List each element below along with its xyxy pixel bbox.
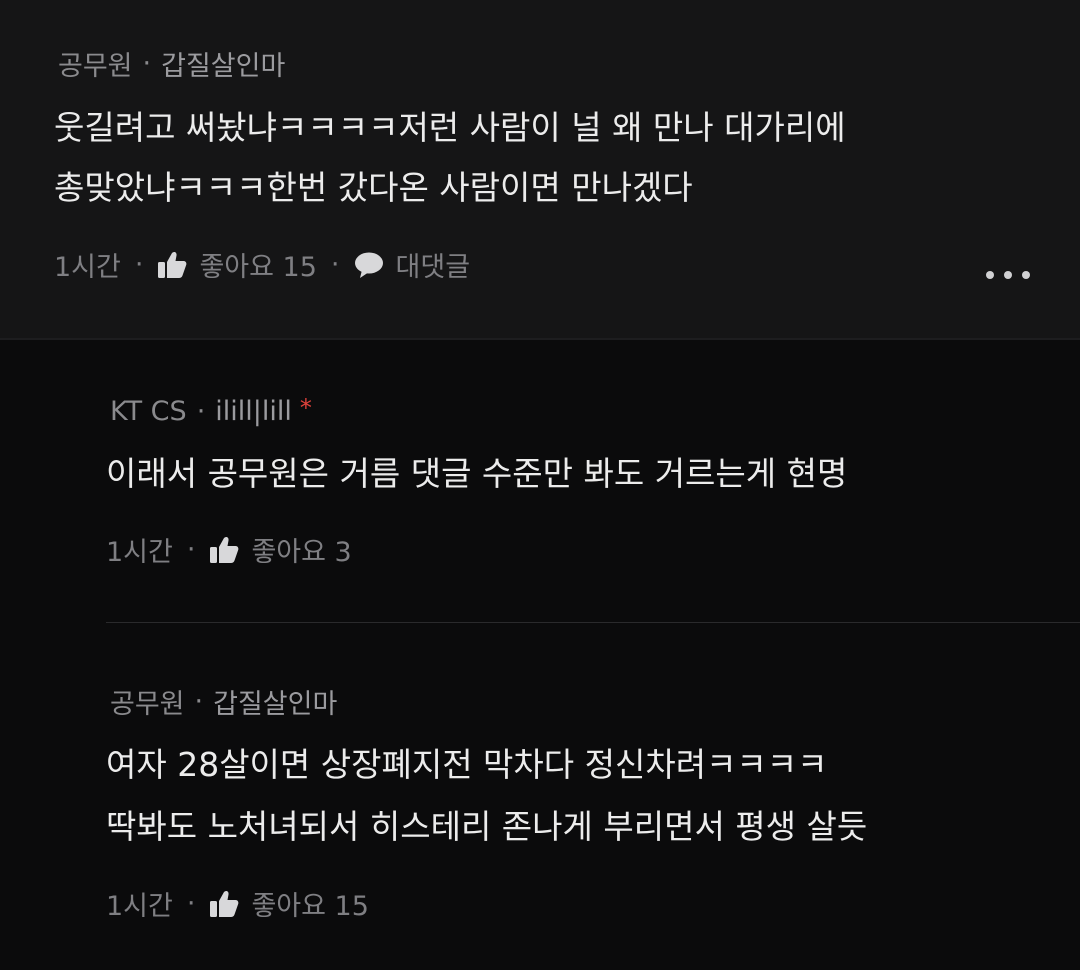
reply-meta: KT CS · ilill|lill * bbox=[110, 393, 312, 428]
like-button[interactable]: 좋아요 15 bbox=[209, 884, 369, 923]
meta-separator: · bbox=[194, 686, 204, 717]
action-separator: · bbox=[186, 534, 196, 565]
author-nickname[interactable]: 갑질살인마 bbox=[213, 682, 337, 721]
comment-actions: 1시간 · 좋아요 15 · 대댓글 bbox=[54, 245, 470, 284]
like-button[interactable]: 좋아요 15 bbox=[157, 245, 317, 284]
thumbs-up-icon bbox=[209, 536, 239, 564]
more-horizontal-icon bbox=[986, 271, 994, 279]
reply-time: 1시간 bbox=[106, 891, 173, 922]
reply-meta: 공무원 · 갑질살인마 bbox=[110, 682, 337, 721]
reply-divider bbox=[106, 622, 1080, 623]
reply-body-line-1: 여자 28살이면 상장폐지전 막차다 정신차려ㅋㅋㅋㅋ bbox=[106, 745, 828, 784]
action-separator: · bbox=[186, 888, 196, 919]
meta-separator: · bbox=[142, 48, 152, 79]
action-separator: · bbox=[134, 249, 144, 280]
author-name[interactable]: 공무원 bbox=[58, 44, 133, 83]
reply-actions: 1시간 · 좋아요 3 bbox=[106, 530, 352, 569]
reply-time: 1시간 bbox=[106, 537, 173, 568]
badge-star: * bbox=[299, 393, 312, 422]
comment-time: 1시간 bbox=[54, 252, 121, 283]
more-options-button[interactable] bbox=[986, 262, 1030, 288]
reply-list bbox=[0, 340, 1080, 970]
comment-body-line-1: 웃길려고 써놨냐ㅋㅋㅋㅋ저런 사람이 널 왜 만나 대가리에 bbox=[54, 108, 846, 147]
reply-actions: 1시간 · 좋아요 15 bbox=[106, 884, 369, 923]
like-count: 좋아요 15 bbox=[199, 252, 317, 283]
like-count: 좋아요 15 bbox=[251, 891, 369, 922]
comment-meta: 공무원 · 갑질살인마 bbox=[58, 44, 285, 83]
author-nickname[interactable]: 갑질살인마 bbox=[161, 44, 285, 83]
more-dot bbox=[1004, 271, 1012, 279]
author-name[interactable]: 공무원 bbox=[110, 682, 185, 721]
like-count: 좋아요 3 bbox=[251, 537, 352, 568]
main-comment: 공무원 · 갑질살인마 웃길려고 써놨냐ㅋㅋㅋㅋ저런 사람이 널 왜 만나 대가… bbox=[0, 0, 1080, 338]
comment-body-line-2: 총맞았냐ㅋㅋㅋ한번 갔다온 사람이면 만나겠다 bbox=[54, 168, 693, 207]
speech-bubble-icon bbox=[354, 251, 384, 279]
reply-label: 대댓글 bbox=[395, 252, 471, 283]
reply-body-line-1: 이래서 공무원은 거름 댓글 수준만 봐도 거르는게 현명 bbox=[106, 454, 848, 493]
author-nickname[interactable]: ilill|lill bbox=[215, 396, 292, 427]
like-button[interactable]: 좋아요 3 bbox=[209, 530, 352, 569]
reply-button[interactable]: 대댓글 bbox=[354, 245, 471, 284]
reply-body-line-2: 딱봐도 노처녀되서 히스테리 존나게 부리면서 평생 살듯 bbox=[106, 807, 868, 846]
thumbs-up-icon bbox=[209, 890, 239, 918]
meta-separator: · bbox=[196, 396, 206, 427]
author-name[interactable]: KT CS bbox=[110, 396, 187, 427]
more-dot bbox=[1022, 271, 1030, 279]
action-separator: · bbox=[330, 249, 340, 280]
thumbs-up-icon bbox=[157, 251, 187, 279]
